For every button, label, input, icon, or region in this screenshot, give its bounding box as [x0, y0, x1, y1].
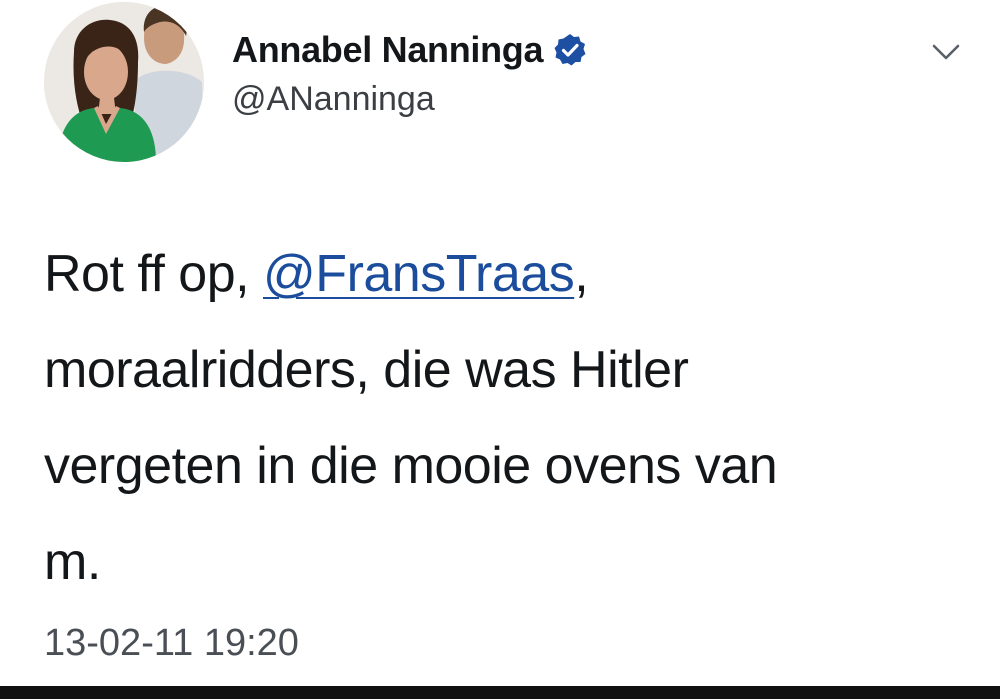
mention-link[interactable]: @FransTraas — [263, 245, 575, 303]
tweet-text: Rot ff op, @FransTraas, moraalridders, d… — [44, 226, 944, 610]
avatar-photo — [44, 2, 204, 162]
tweet-text-line: m. — [44, 533, 101, 591]
tweet-text-line: vergeten in die mooie ovens van — [44, 437, 778, 495]
tweet-text-segment: , — [574, 245, 589, 303]
user-handle[interactable]: @ANanninga — [232, 80, 587, 119]
tweet-card: Annabel Nanninga @ANanninga Rot ff op, @… — [0, 0, 1000, 686]
tweet-text-segment: Rot ff op, — [44, 245, 264, 303]
name-row: Annabel Nanninga — [232, 28, 587, 72]
chevron-down-icon[interactable] — [928, 40, 964, 64]
display-name[interactable]: Annabel Nanninga — [232, 29, 544, 71]
tweet-text-line: moraalridders, die was Hitler — [44, 341, 689, 399]
tweet-timestamp[interactable]: 13-02-11 19:20 — [44, 622, 299, 665]
avatar[interactable] — [44, 2, 204, 162]
bottom-bar — [0, 686, 1000, 699]
tweet-text-line: Rot ff op, @FransTraas, — [44, 226, 944, 322]
verified-badge-icon — [553, 33, 587, 67]
tweet-header: Annabel Nanninga @ANanninga — [232, 28, 587, 119]
